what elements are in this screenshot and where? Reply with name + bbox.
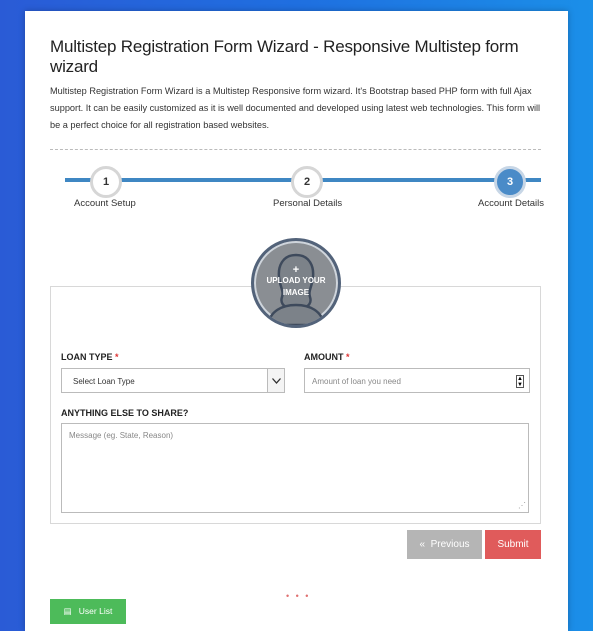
upload-text: UPLOAD YOUR IMAGE — [266, 276, 326, 297]
previous-label: Previous — [430, 539, 470, 550]
step-2-number: 2 — [303, 176, 311, 188]
step-3-number: 3 — [506, 176, 514, 188]
plus-icon: + — [292, 264, 300, 276]
resize-grip-icon[interactable]: ⋰ — [518, 502, 526, 510]
chevron-down-icon[interactable] — [267, 369, 284, 392]
upload-label: + UPLOAD YOUR IMAGE — [254, 265, 338, 299]
double-chevron-left-icon: « — [419, 539, 426, 550]
step-1-label: Account Setup — [74, 198, 136, 209]
page-description: Multistep Registration Form Wizard is a … — [50, 86, 541, 130]
step-2-label: Personal Details — [273, 198, 343, 209]
number-spinner-icon[interactable]: ▲ ▼ — [516, 375, 524, 388]
step-3-circle[interactable]: 3 — [494, 166, 526, 198]
required-mark: * — [115, 352, 119, 362]
list-icon: ▤ — [63, 606, 72, 616]
submit-button[interactable]: Submit — [485, 530, 541, 559]
loan-type-label: LOAN TYPE * — [61, 352, 119, 362]
amount-input[interactable]: Amount of loan you need ▲ ▼ — [304, 368, 530, 393]
user-list-label: User List — [78, 606, 113, 616]
form-card: Multistep Registration Form Wizard - Res… — [25, 11, 568, 631]
step-1-number: 1 — [102, 176, 110, 188]
amount-placeholder: Amount of loan you need — [312, 377, 401, 386]
message-placeholder: Message (eg. State, Reason) — [69, 431, 174, 440]
step-2-circle[interactable]: 2 — [291, 166, 323, 198]
user-list-button[interactable]: ▤ User List — [50, 599, 126, 624]
page-title: Multistep Registration Form Wizard - Res… — [50, 37, 519, 76]
message-label: ANYTHING ELSE TO SHARE? — [61, 408, 189, 418]
amount-label-text: AMOUNT — [304, 352, 344, 362]
message-textarea[interactable]: Message (eg. State, Reason) ⋰ — [61, 423, 529, 513]
step-3-label: Account Details — [478, 198, 545, 209]
amount-label: AMOUNT * — [304, 352, 350, 362]
loan-type-select[interactable]: Select Loan Type — [61, 368, 285, 393]
loan-type-label-text: LOAN TYPE — [61, 352, 113, 362]
divider — [50, 149, 541, 150]
loan-type-selected-value: Select Loan Type — [73, 377, 135, 386]
required-mark: * — [346, 352, 350, 362]
previous-button[interactable]: « Previous — [407, 530, 482, 559]
upload-image-button[interactable]: + UPLOAD YOUR IMAGE — [251, 238, 341, 328]
loading-dots-icon: • • • — [286, 591, 311, 601]
step-1-circle[interactable]: 1 — [90, 166, 122, 198]
